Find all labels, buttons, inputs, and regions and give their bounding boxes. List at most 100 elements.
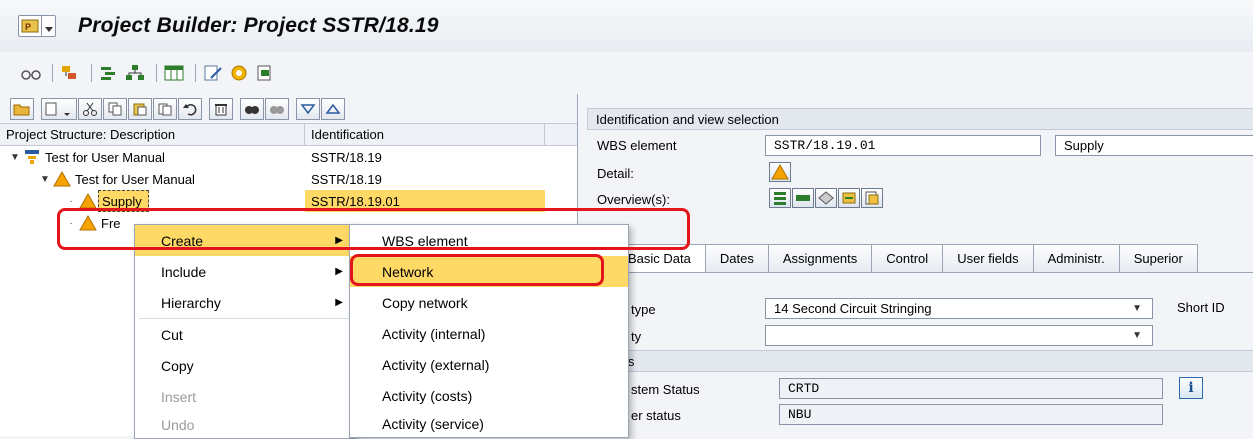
collapse-icon[interactable] [321, 97, 345, 120]
column-header-identification[interactable]: Identification [305, 124, 545, 145]
toolbar-separator [195, 64, 196, 82]
copy-icon[interactable] [103, 97, 127, 120]
expand-arrow-icon[interactable]: ▼ [8, 152, 22, 163]
document-icon [865, 191, 879, 205]
services-icon[interactable] [228, 62, 250, 84]
tab-superior[interactable]: Superior [1118, 244, 1198, 272]
hierarchy-graphic-icon[interactable] [124, 62, 146, 84]
edit-document-icon[interactable] [202, 62, 224, 84]
dropdown-arrow-icon: ▼ [1132, 330, 1142, 341]
wbs-element-label: WBS element [597, 138, 677, 153]
detail-label: Detail: [597, 166, 634, 181]
menu-item-hierarchy[interactable]: Hierarchy ▶ [135, 287, 355, 318]
short-id-label: Short ID [1177, 300, 1225, 315]
title-bar: P Project Builder: Project SSTR/18.19 [0, 0, 1253, 52]
submenu-arrow-icon: ▶ [335, 297, 343, 308]
print-icon[interactable] [254, 62, 276, 84]
priority-dropdown[interactable]: ▼ [765, 325, 1153, 346]
menu-item-create[interactable]: Create ▶ [135, 225, 355, 256]
system-menu-button[interactable]: P [18, 15, 56, 37]
tree-row[interactable]: ▼ Test for User Manual SSTR/18.19 [0, 146, 577, 168]
overviews-label: Overview(s): [597, 192, 670, 207]
detail-pane: Identification and view selection WBS el… [579, 94, 1253, 436]
context-menu: Create ▶ Include ▶ Hierarchy ▶ Cut Copy … [134, 224, 356, 439]
tree-label: Fre [101, 215, 121, 231]
paste-icon[interactable] [128, 97, 152, 120]
overview-milestone-button[interactable] [815, 188, 837, 208]
overview-structure-button[interactable] [769, 188, 791, 208]
application-toolbar [0, 52, 1253, 94]
tree-toolbar [0, 94, 577, 124]
tree-cell-identification: SSTR/18.19 [311, 149, 382, 165]
menu-item-copy[interactable]: Copy [135, 350, 355, 381]
tree-cell-identification: SSTR/18.19.01 [305, 190, 545, 212]
tab-basic-data[interactable]: Basic Data [617, 244, 706, 272]
overview-activity-button[interactable] [838, 188, 860, 208]
tree-label: Test for User Manual [45, 149, 165, 165]
find-next-icon[interactable] [265, 97, 289, 120]
column-header-description[interactable]: Project Structure: Description [0, 124, 305, 145]
detail-warning-button[interactable] [769, 162, 791, 182]
submenu-item-activity-external[interactable]: Activity (external) [350, 349, 628, 380]
submenu-item-activity-internal[interactable]: Activity (internal) [350, 318, 628, 349]
status-section-header: tus [609, 350, 1253, 372]
project-type-value: 14 Second Circuit Stringing [774, 301, 932, 316]
tab-administration[interactable]: Administr. [1032, 244, 1120, 272]
tree-cell-description: · Supply [0, 190, 305, 212]
new-document-icon[interactable] [41, 97, 77, 120]
cut-icon[interactable] [78, 97, 102, 120]
wbs-element-field[interactable]: SSTR/18.19.01 [765, 135, 1041, 156]
create-submenu: WBS element Network Copy network Activit… [349, 224, 629, 438]
submenu-item-wbs-element[interactable]: WBS element [350, 225, 628, 256]
multi-select-icon[interactable] [59, 62, 81, 84]
table-overview-icon[interactable] [163, 62, 185, 84]
toolbar-separator [156, 64, 157, 82]
undo-icon[interactable] [178, 97, 202, 120]
submenu-item-network[interactable]: Network [350, 256, 628, 287]
priority-label: ty [631, 329, 642, 344]
user-status-field[interactable]: NBU [779, 404, 1163, 425]
menu-item-cut[interactable]: Cut [135, 319, 355, 350]
open-folder-icon[interactable] [10, 97, 34, 120]
wbs-description-field[interactable]: Supply [1055, 135, 1253, 156]
project-type-dropdown[interactable]: 14 Second Circuit Stringing ▼ [765, 298, 1153, 319]
tab-strip-border [579, 272, 1253, 273]
status-info-icon[interactable]: i [1179, 377, 1203, 399]
leaf-bullet-icon: · [69, 195, 73, 207]
tab-user-fields[interactable]: User fields [942, 244, 1034, 272]
tab-assignments[interactable]: Assignments [767, 244, 873, 272]
system-status-label: stem Status [631, 382, 700, 397]
project-structure-icon[interactable] [98, 62, 120, 84]
dropdown-arrow-icon: ▼ [1132, 303, 1142, 314]
delete-icon[interactable] [209, 97, 233, 120]
menu-item-include[interactable]: Include ▶ [135, 256, 355, 287]
expand-arrow-icon[interactable]: ▼ [38, 174, 52, 185]
paste-multiple-icon[interactable] [153, 97, 177, 120]
expand-icon[interactable] [296, 97, 320, 120]
identification-section-header: Identification and view selection [587, 108, 1253, 130]
user-status-label: er status [631, 408, 681, 423]
find-icon[interactable] [240, 97, 264, 120]
glasses-icon[interactable] [20, 62, 42, 84]
submenu-arrow-icon: ▶ [335, 235, 343, 246]
submenu-item-activity-costs[interactable]: Activity (costs) [350, 380, 628, 411]
milestone-icon [818, 191, 834, 205]
leaf-bullet-icon: · [69, 217, 73, 229]
wbs-icon [796, 195, 810, 201]
tab-dates[interactable]: Dates [704, 244, 769, 272]
activity-icon [842, 192, 856, 204]
submenu-arrow-icon: ▶ [335, 266, 343, 277]
tree-row-selected[interactable]: · Supply SSTR/18.19.01 [0, 190, 577, 212]
overview-document-button[interactable] [861, 188, 883, 208]
submenu-item-activity-service[interactable]: Activity (service) [350, 411, 628, 437]
overview-wbs-button[interactable] [792, 188, 814, 208]
warning-triangle-icon [771, 164, 789, 180]
sap-menu-icon: P [19, 16, 41, 36]
tab-control[interactable]: Control [871, 244, 944, 272]
warning-triangle-icon [78, 192, 98, 210]
toolbar-separator [91, 64, 92, 82]
tree-row[interactable]: ▼ Test for User Manual SSTR/18.19 [0, 168, 577, 190]
submenu-item-copy-network[interactable]: Copy network [350, 287, 628, 318]
svg-text:P: P [25, 22, 31, 32]
chevron-down-icon [41, 16, 55, 36]
